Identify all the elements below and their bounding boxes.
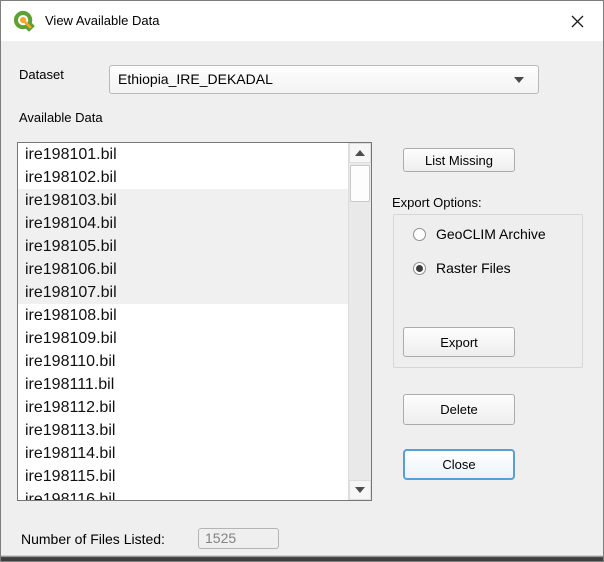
window-bottom-edge <box>1 555 603 562</box>
window-close-button[interactable] <box>559 7 595 35</box>
list-item[interactable]: ire198103.bil <box>18 189 348 212</box>
export-options-label: Export Options: <box>392 195 482 210</box>
radio-button-icon[interactable] <box>413 262 426 275</box>
list-item[interactable]: ire198101.bil <box>18 143 348 166</box>
list-item[interactable]: ire198109.bil <box>18 327 348 350</box>
close-button[interactable]: Close <box>403 449 515 480</box>
export-button[interactable]: Export <box>403 327 515 357</box>
radio-button-icon[interactable] <box>413 228 426 241</box>
file-count-field: 1525 <box>198 528 279 549</box>
scroll-down-button[interactable] <box>349 480 371 500</box>
list-scrollbar[interactable] <box>348 143 371 500</box>
scroll-up-button[interactable] <box>349 143 371 163</box>
list-item[interactable]: ire198110.bil <box>18 350 348 373</box>
list-item[interactable]: ire198114.bil <box>18 442 348 465</box>
arrow-down-icon <box>355 487 365 493</box>
list-item[interactable]: ire198104.bil <box>18 212 348 235</box>
view-available-data-dialog: View Available Data Dataset Ethiopia_IRE… <box>0 0 604 562</box>
list-item[interactable]: ire198113.bil <box>18 419 348 442</box>
list-item[interactable]: ire198108.bil <box>18 304 348 327</box>
available-files-list[interactable]: ire198101.bilire198102.bilire198103.bili… <box>17 142 372 501</box>
title-bar: View Available Data <box>1 1 603 41</box>
arrow-up-icon <box>355 150 365 156</box>
list-item[interactable]: ire198102.bil <box>18 166 348 189</box>
file-count-label: Number of Files Listed: <box>21 531 165 547</box>
list-item[interactable]: ire198107.bil <box>18 281 348 304</box>
radio-option-raster-files[interactable]: Raster Files <box>413 261 511 275</box>
list-item[interactable]: ire198116.bil <box>18 488 348 500</box>
radio-option-label: Raster Files <box>436 260 511 276</box>
delete-button[interactable]: Delete <box>403 394 515 425</box>
list-item[interactable]: ire198115.bil <box>18 465 348 488</box>
chevron-down-icon <box>514 77 524 83</box>
dataset-dropdown[interactable]: Ethiopia_IRE_DEKADAL <box>109 65 539 94</box>
dataset-label: Dataset <box>19 67 64 82</box>
list-item[interactable]: ire198111.bil <box>18 373 348 396</box>
available-data-label: Available Data <box>19 110 103 125</box>
radio-option-geoclim-archive[interactable]: GeoCLIM Archive <box>413 227 546 241</box>
window-title: View Available Data <box>45 1 159 41</box>
list-missing-button[interactable]: List Missing <box>403 148 515 172</box>
list-item[interactable]: ire198105.bil <box>18 235 348 258</box>
scrollbar-thumb[interactable] <box>350 165 370 202</box>
list-item[interactable]: ire198106.bil <box>18 258 348 281</box>
file-rows-container: ire198101.bilire198102.bilire198103.bili… <box>18 143 348 500</box>
radio-option-label: GeoCLIM Archive <box>436 226 546 242</box>
list-item[interactable]: ire198112.bil <box>18 396 348 419</box>
qgis-logo-icon <box>13 10 35 32</box>
dataset-selected-value: Ethiopia_IRE_DEKADAL <box>118 66 273 93</box>
